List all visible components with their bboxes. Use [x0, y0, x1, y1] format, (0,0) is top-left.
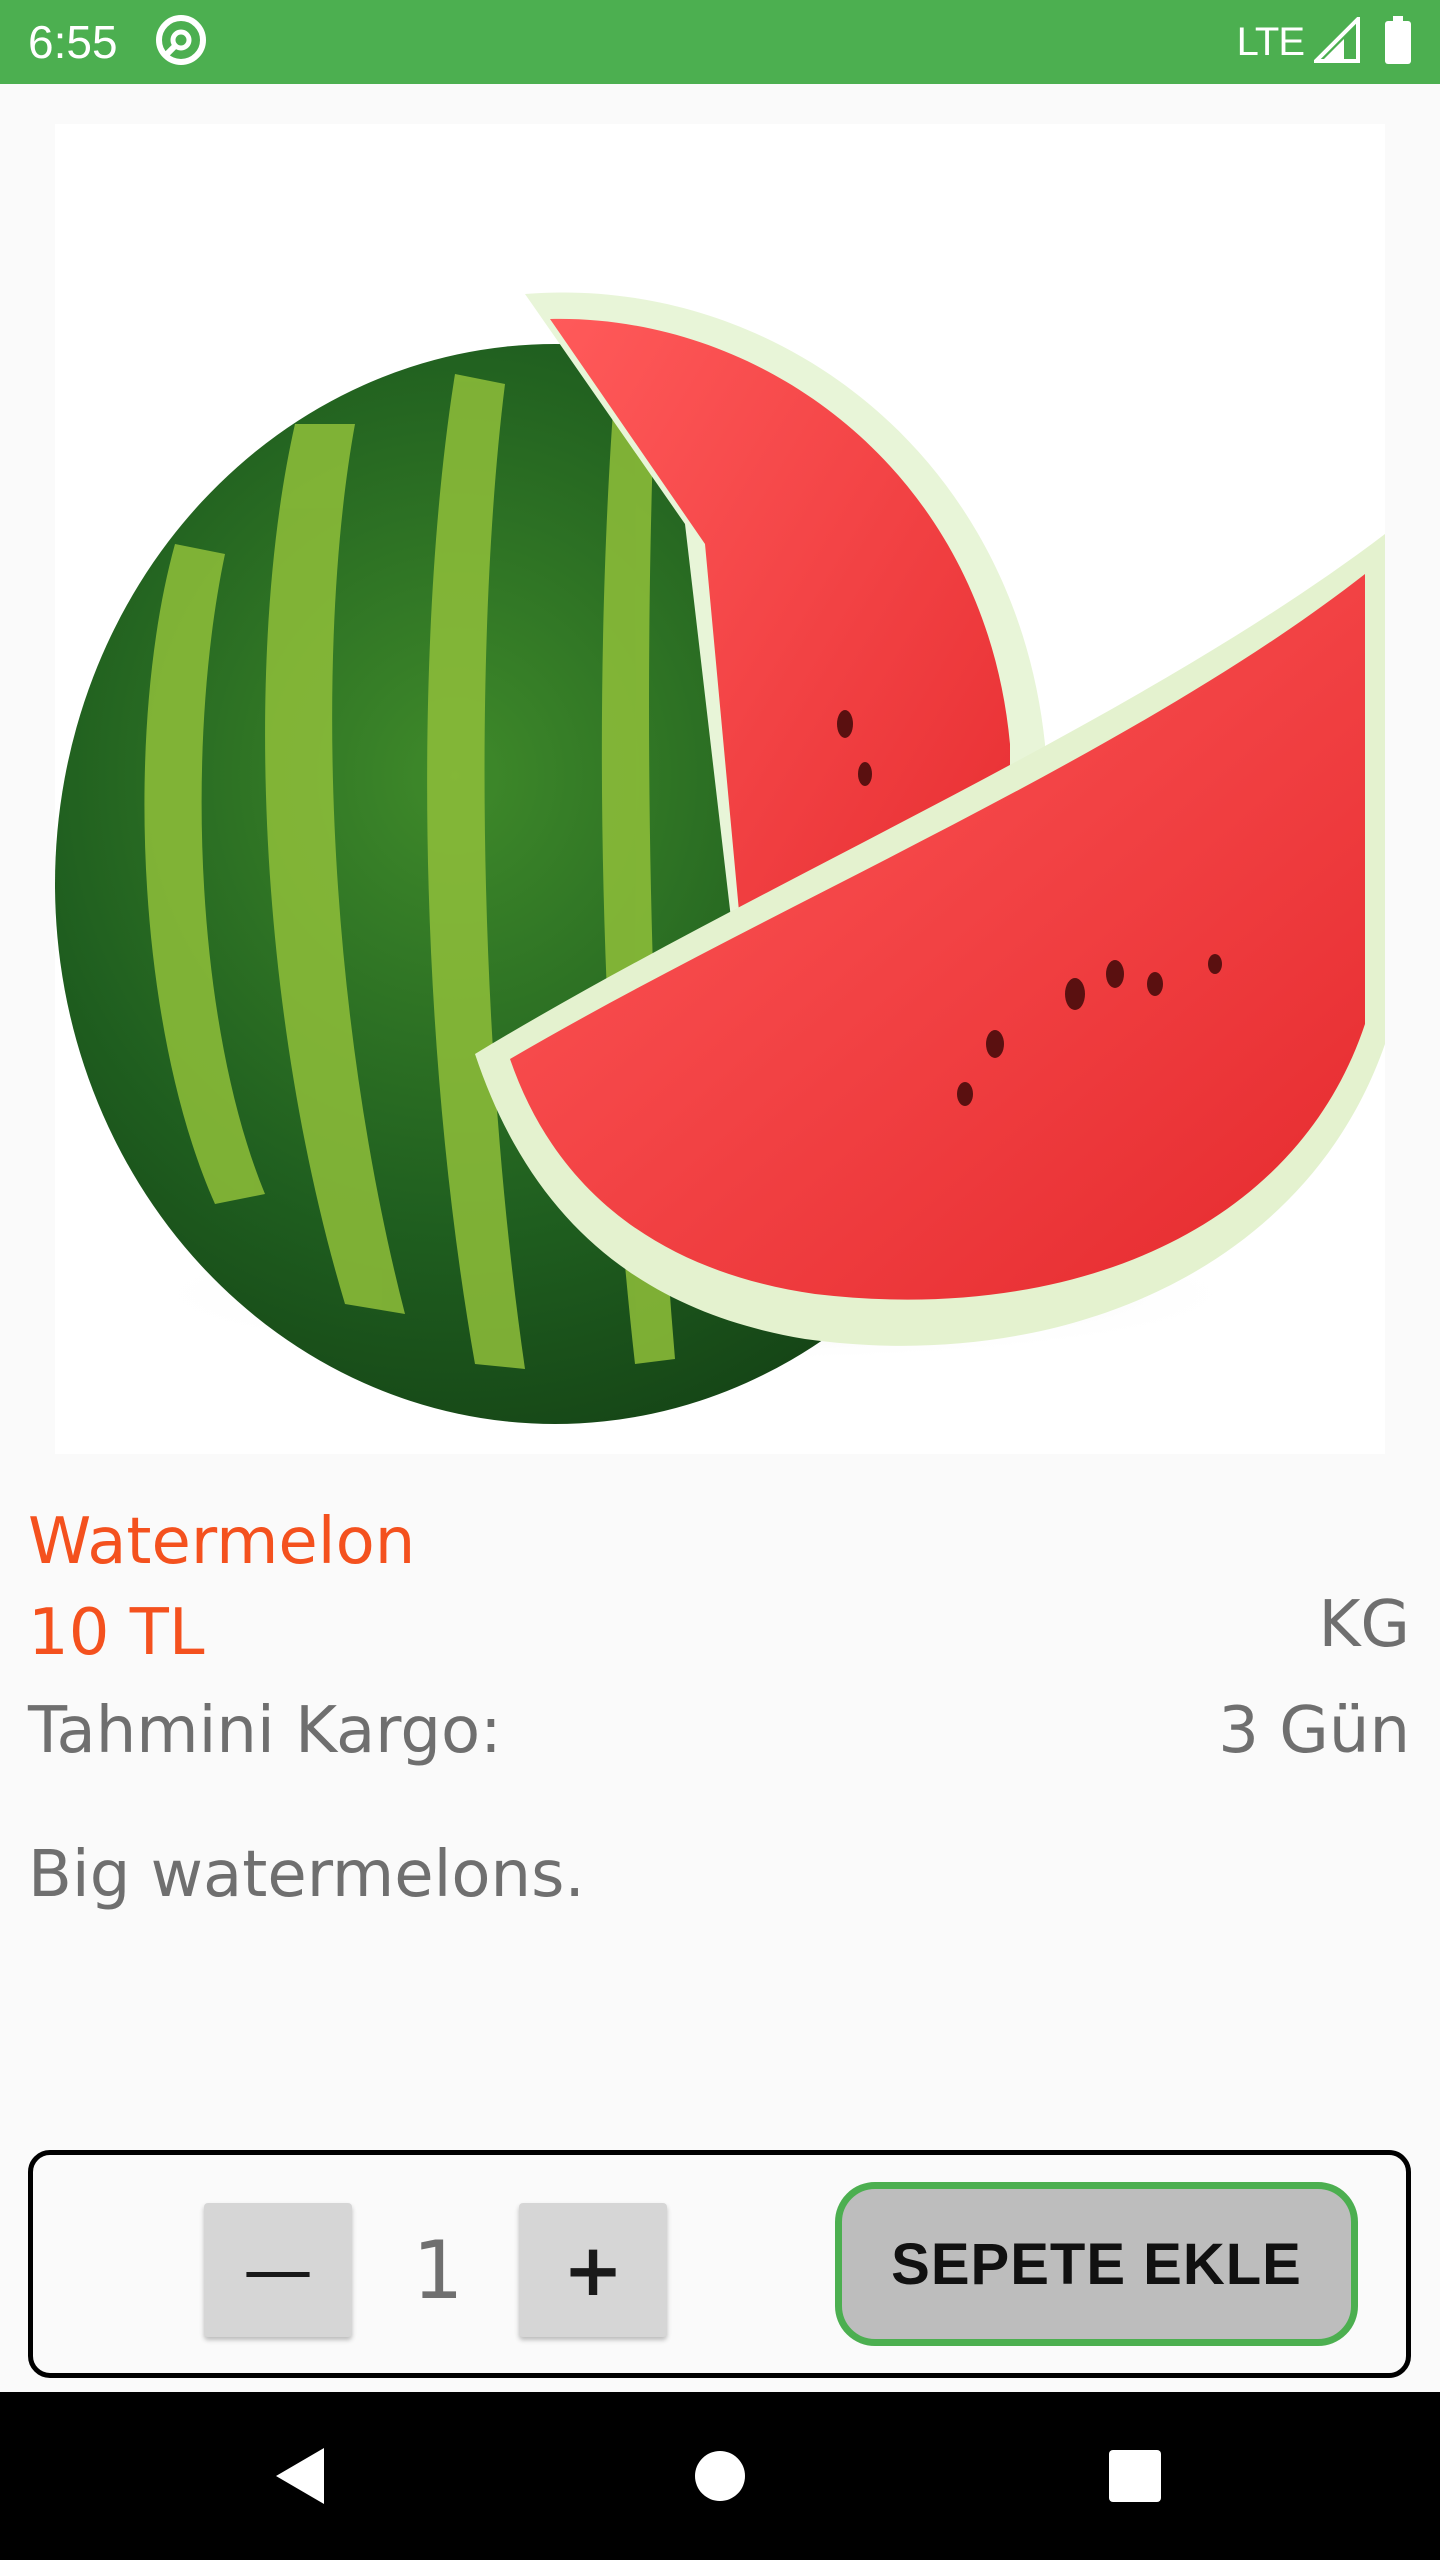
cargo-value: 3 Gün: [1218, 1694, 1410, 1768]
increase-quantity-button[interactable]: +: [519, 2203, 667, 2337]
network-type: LTE: [1236, 19, 1305, 64]
status-time: 6:55: [28, 16, 118, 68]
product-name: Watermelon: [28, 1505, 416, 1579]
navigation-bar: [0, 2392, 1440, 2560]
product-detail-screen: 6:55 LTE Watermelon 10 TL KG Tahmini Kar…: [0, 0, 1440, 2560]
watermelon-image: [55, 292, 1385, 1424]
product-unit: KG: [1318, 1588, 1410, 1662]
status-right: LTE: [1236, 14, 1412, 68]
add-to-cart-button[interactable]: SEPETE EKLE: [835, 2182, 1358, 2346]
signal-icon: [1311, 14, 1360, 67]
status-bar: 6:55 LTE: [0, 0, 1440, 84]
cart-action-bar: — 1 + SEPETE EKLE: [28, 2150, 1411, 2378]
cargo-label: Tahmini Kargo:: [28, 1694, 502, 1768]
back-icon[interactable]: [220, 2392, 380, 2560]
battery-icon: [1384, 16, 1412, 68]
recents-icon[interactable]: [1055, 2392, 1215, 2560]
product-description: Big watermelons.: [28, 1838, 585, 1912]
product-price: 10 TL: [28, 1596, 205, 1670]
status-left: 6:55: [28, 13, 208, 71]
notification-at-icon: [154, 13, 208, 71]
quantity-value: 1: [412, 2223, 464, 2317]
home-icon[interactable]: [640, 2392, 800, 2560]
decrease-quantity-button[interactable]: —: [204, 2203, 352, 2337]
product-image: [55, 124, 1385, 1454]
